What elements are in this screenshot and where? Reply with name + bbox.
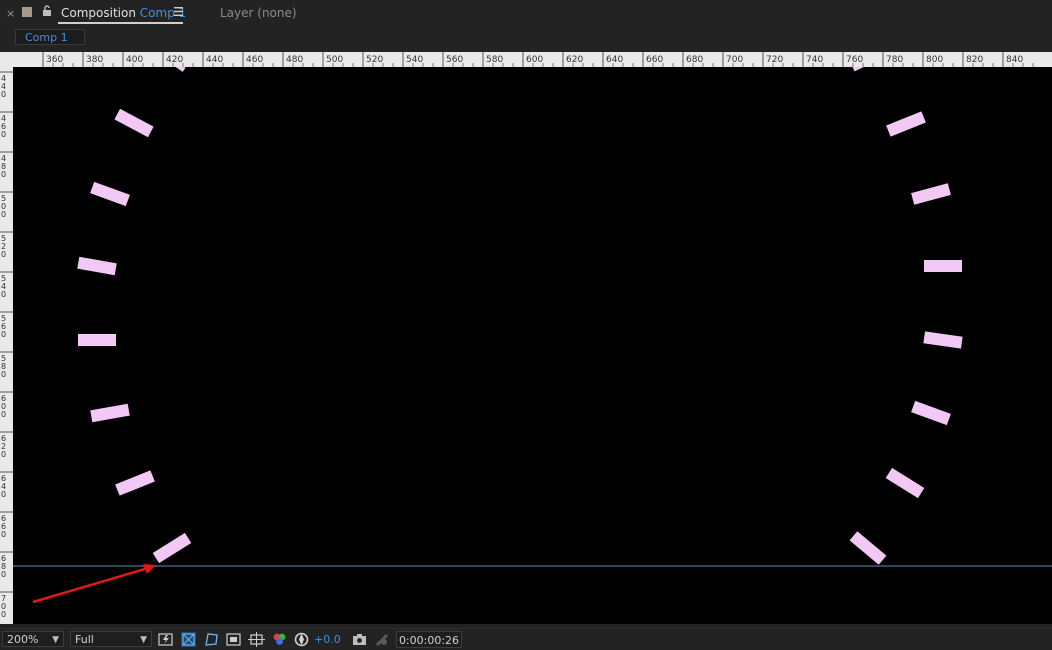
ruler-label: 600 <box>526 55 543 65</box>
ruler-label: 0 <box>1 90 6 99</box>
ruler-label: 0 <box>1 170 6 179</box>
mask-path-icon[interactable] <box>203 631 220 648</box>
ruler-label: 780 <box>886 55 903 65</box>
resolution-dropdown[interactable]: Full ▼ <box>70 631 152 647</box>
ruler-label: 0 <box>1 210 6 219</box>
lock-icon[interactable] <box>41 5 53 17</box>
ruler-label: 420 <box>166 55 183 65</box>
ruler-label: 840 <box>1006 55 1023 65</box>
ruler-label: 0 <box>1 290 6 299</box>
pink-bar-shape[interactable] <box>114 108 154 138</box>
ruler-label: 0 <box>1 330 6 339</box>
ruler-label: 380 <box>86 55 103 65</box>
pink-bar-shape[interactable] <box>77 256 117 276</box>
grid-guides-icon[interactable] <box>248 631 265 648</box>
ruler-label: 680 <box>686 55 703 65</box>
snapshot-icon[interactable] <box>351 631 368 648</box>
resolution-value: Full <box>75 633 94 646</box>
viewer-toolbar: 200% ▼ Full ▼ +0.0 0:00:00:26 <box>0 628 1052 650</box>
ruler-label: 620 <box>566 55 583 65</box>
annotation-arrow <box>32 564 156 604</box>
close-panel-icon[interactable]: × <box>6 7 15 20</box>
current-time-display[interactable]: 0:00:00:26 <box>396 631 462 648</box>
ruler-label: 800 <box>926 55 943 65</box>
ruler-label: 0 <box>1 410 6 419</box>
exposure-value[interactable]: +0.0 <box>314 633 341 646</box>
ruler-label: 640 <box>606 55 623 65</box>
ruler-label: 0 <box>1 130 6 139</box>
ruler-label: 720 <box>766 55 783 65</box>
chevron-down-icon: ▼ <box>140 635 147 645</box>
ruler-label: 0 <box>1 610 6 619</box>
transparency-grid-icon[interactable] <box>180 631 197 648</box>
comp-navigator-chip[interactable]: Comp 1 <box>15 29 85 45</box>
ruler-label: 660 <box>646 55 663 65</box>
ruler-label: 0 <box>1 570 6 579</box>
magnification-value: 200% <box>7 633 39 646</box>
ruler-label: 500 <box>326 55 343 65</box>
comp-canvas[interactable] <box>13 67 1052 624</box>
pink-bar-shape[interactable] <box>885 467 925 499</box>
tab-layer[interactable]: Layer (none) <box>220 6 297 20</box>
ruler-label: 0 <box>1 530 6 539</box>
tab-composition[interactable]: Composition Comp 1 <box>61 6 186 20</box>
pink-bar-shape[interactable] <box>911 400 951 426</box>
ruler-label: 0 <box>1 490 6 499</box>
ruler-left[interactable]: 4404604805005205405605806006206406606807… <box>0 67 13 624</box>
composition-viewer[interactable]: 360 380 400 420 440 460 480 500 520 540 560 580 600 6… <box>0 52 1052 624</box>
panel-header: × Composition Comp 1 Layer (none) <box>0 0 1052 26</box>
ruler-label: 0 <box>1 370 6 379</box>
pink-bar-shape[interactable] <box>923 331 963 349</box>
pink-bar-shape[interactable] <box>924 260 962 272</box>
pink-bar-shape[interactable] <box>852 67 864 72</box>
panel-menu-icon[interactable] <box>174 7 183 16</box>
ruler-label: 820 <box>966 55 983 65</box>
pink-bar-shape[interactable] <box>115 470 155 496</box>
ruler-label: 0 <box>1 450 6 459</box>
pink-bar-shape[interactable] <box>78 334 116 346</box>
pink-bar-shape[interactable] <box>849 531 887 565</box>
color-channels-icon[interactable] <box>271 631 288 648</box>
ruler-label: 400 <box>126 55 143 65</box>
magnification-dropdown[interactable]: 200% ▼ <box>2 631 64 647</box>
ruler-label: 760 <box>846 55 863 65</box>
comp-color-swatch-icon[interactable] <box>22 7 32 17</box>
chevron-down-icon: ▼ <box>52 635 59 645</box>
ruler-label: 560 <box>446 55 463 65</box>
ruler-label: 700 <box>726 55 743 65</box>
fast-previews-icon[interactable] <box>157 631 174 648</box>
ruler-top[interactable]: 360 380 400 420 440 460 480 500 520 540 560 580 600 6… <box>0 52 1052 67</box>
pink-bar-shape[interactable] <box>90 181 130 207</box>
pink-bar-shape[interactable] <box>886 111 926 137</box>
ruler-label: 520 <box>366 55 383 65</box>
ruler-label: 460 <box>246 55 263 65</box>
ruler-label: 360 <box>46 55 63 65</box>
exposure-reset-icon[interactable] <box>293 631 310 648</box>
show-snapshot-icon[interactable] <box>373 631 390 648</box>
pink-bar-shape[interactable] <box>174 67 186 72</box>
active-tab-indicator <box>58 22 183 24</box>
pink-bar-shape[interactable] <box>152 532 192 564</box>
region-of-interest-icon[interactable] <box>225 631 242 648</box>
tab-composition-label: Composition <box>61 6 136 20</box>
pink-bar-shape[interactable] <box>911 183 951 205</box>
ruler-label: 580 <box>486 55 503 65</box>
ruler-label: 0 <box>1 250 6 259</box>
pink-bar-shape[interactable] <box>90 403 130 423</box>
ruler-label: 740 <box>806 55 823 65</box>
ruler-label: 540 <box>406 55 423 65</box>
ruler-label: 480 <box>286 55 303 65</box>
comp-navigator-bar: Comp 1 <box>0 26 1052 50</box>
ruler-label: 440 <box>206 55 223 65</box>
